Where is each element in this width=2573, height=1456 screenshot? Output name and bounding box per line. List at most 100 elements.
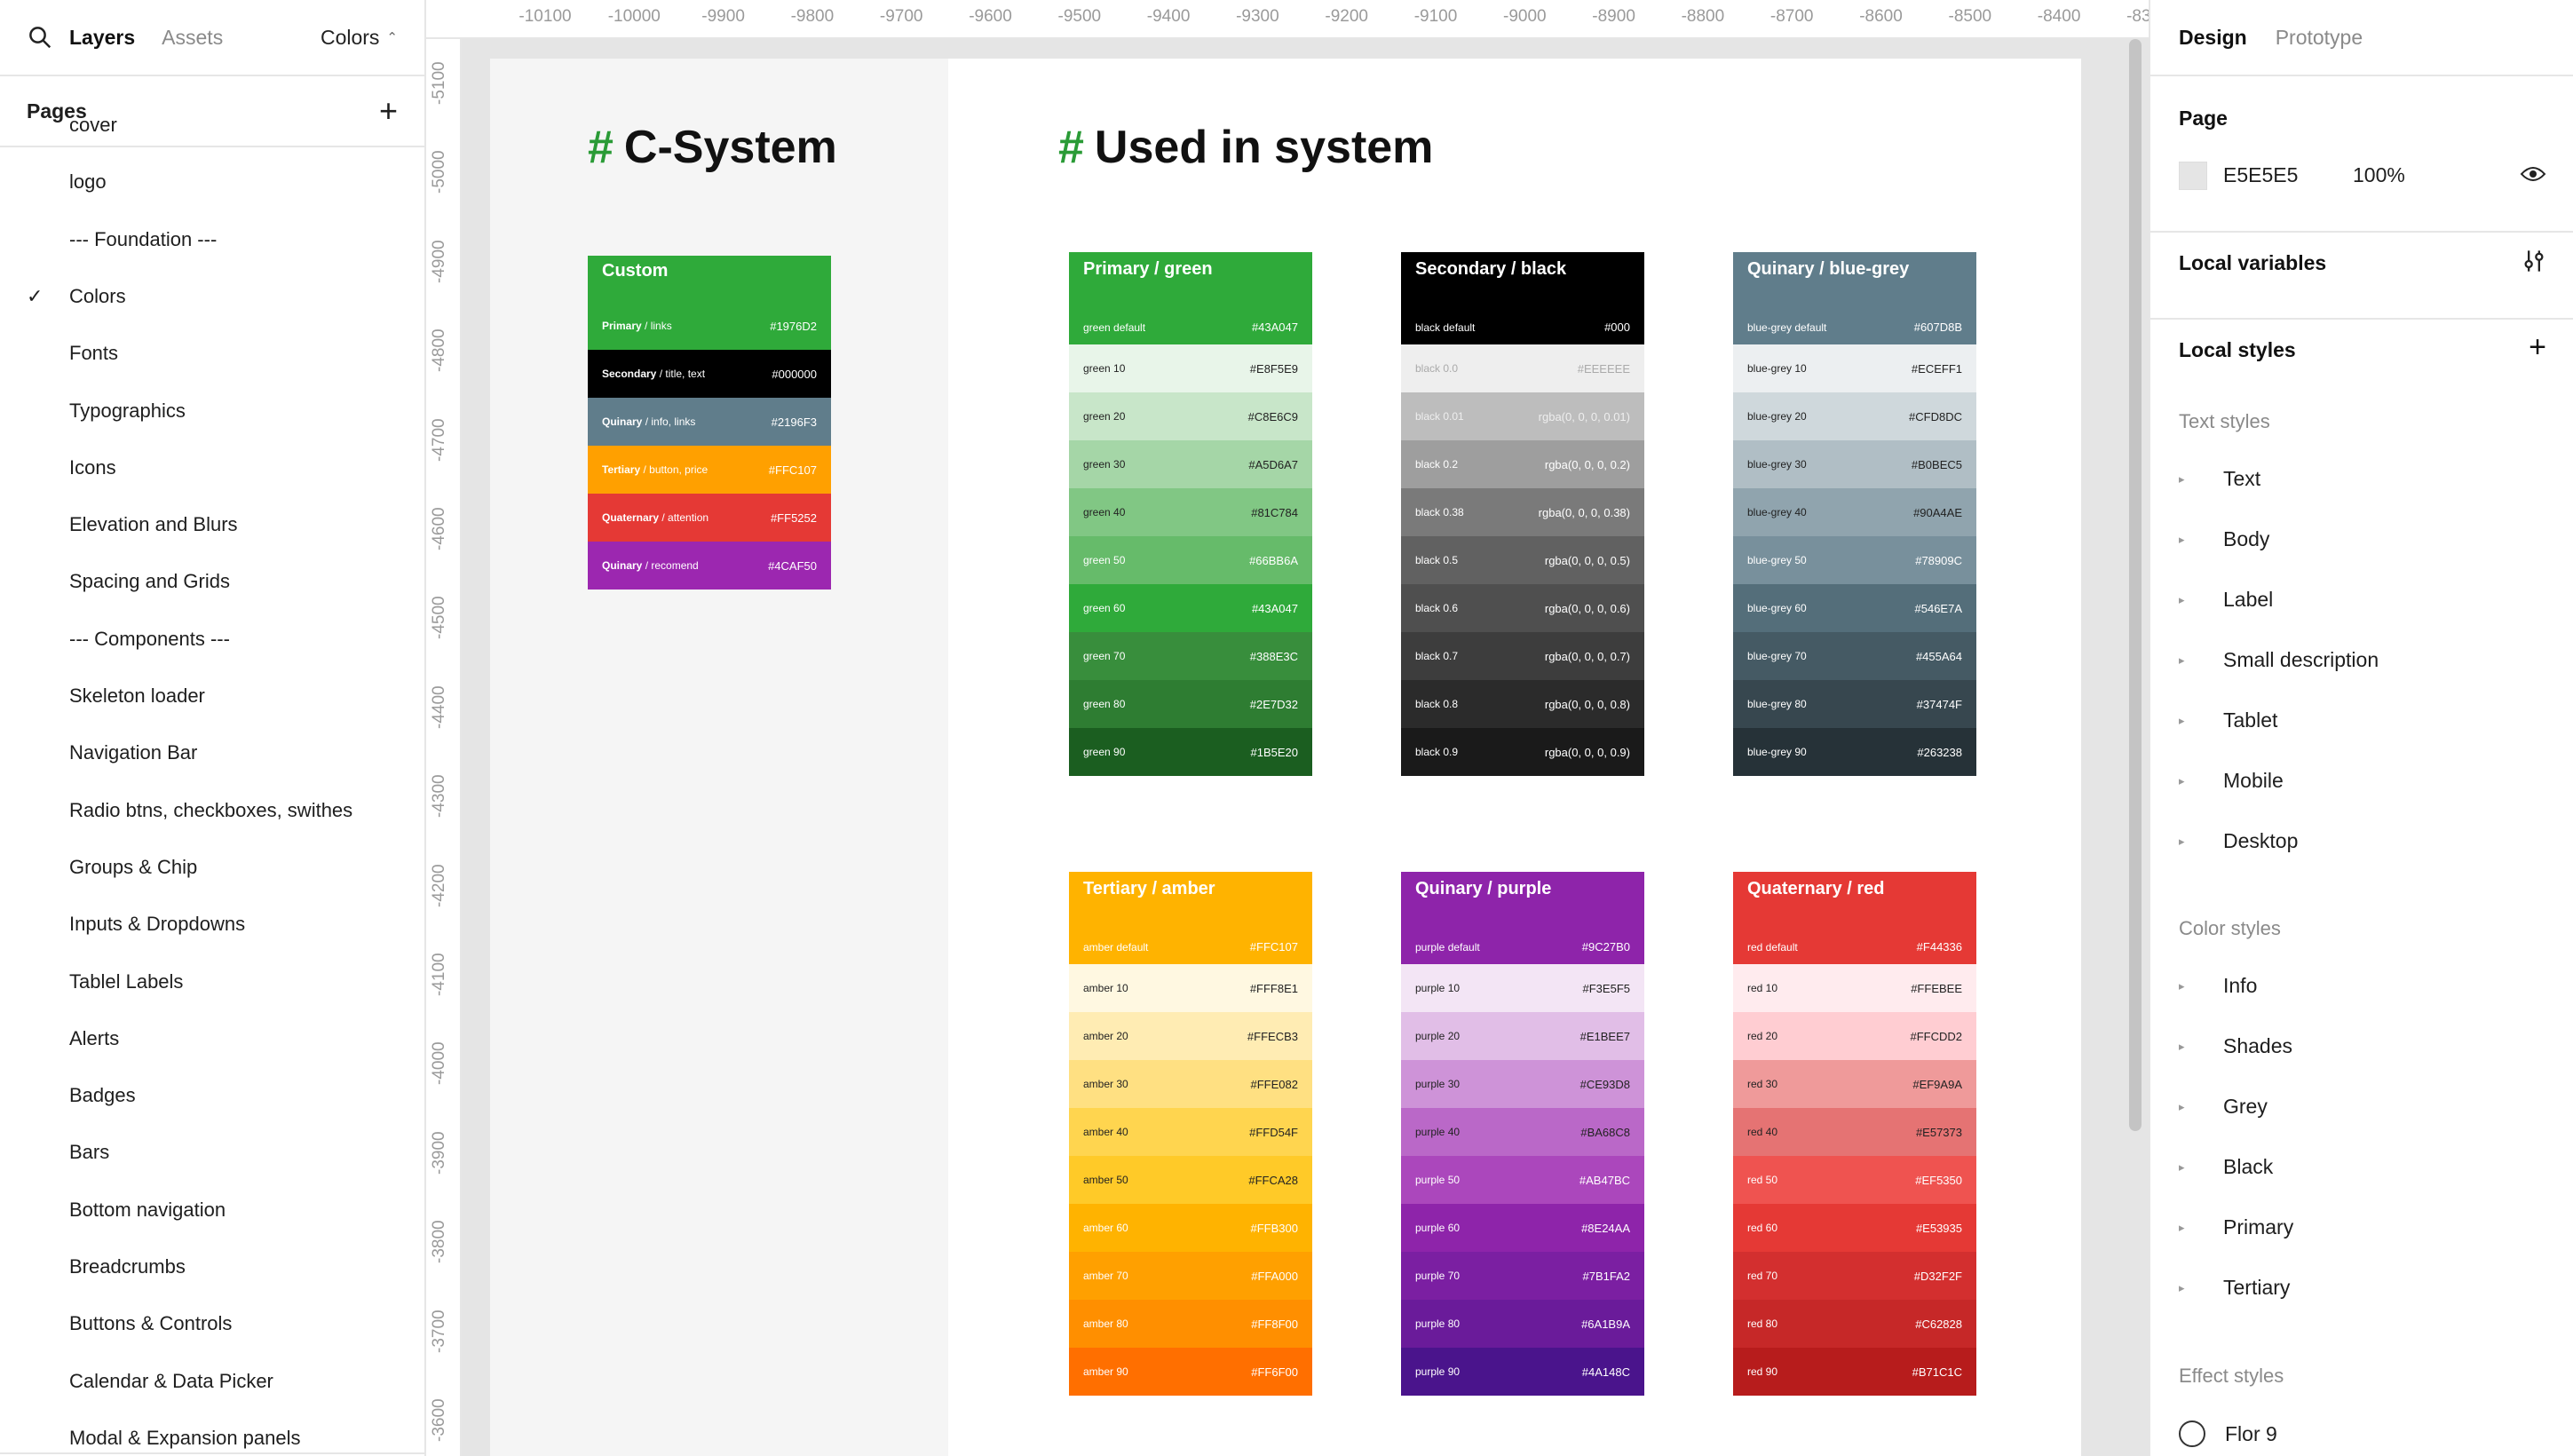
tab-assets[interactable]: Assets bbox=[162, 26, 223, 50]
palette-swatch-row[interactable]: green 20 #C8E6C9 bbox=[1069, 392, 1312, 440]
page-item[interactable]: Tablel Labels bbox=[0, 964, 424, 1000]
text-style-item[interactable]: ▸ Label bbox=[2179, 588, 2273, 612]
text-style-item[interactable]: ▸ Desktop bbox=[2179, 829, 2298, 853]
color-style-item[interactable]: ▸ Tertiary bbox=[2179, 1276, 2290, 1300]
page-item[interactable]: Alerts bbox=[0, 1021, 424, 1056]
palette-swatch-row[interactable]: black 0.38 rgba(0, 0, 0, 0.38) bbox=[1401, 488, 1644, 536]
palette-swatch-row[interactable]: blue-grey 50 #78909C bbox=[1733, 536, 1976, 584]
page-item[interactable]: Badges bbox=[0, 1078, 424, 1113]
palette-swatch-row[interactable]: amber 30 #FFE082 bbox=[1069, 1060, 1312, 1108]
page-item[interactable]: Bottom navigation bbox=[0, 1192, 424, 1228]
colors-frame[interactable]: # C-System # Used in system Custom Primary … bbox=[490, 59, 2081, 1456]
page-item[interactable]: Fonts bbox=[0, 336, 424, 371]
palette-swatch-row[interactable]: amber 50 #FFCA28 bbox=[1069, 1156, 1312, 1204]
palette-swatch-row[interactable]: red 90 #B71C1C bbox=[1733, 1348, 1976, 1396]
palette-swatch-row[interactable]: blue-grey 10 #ECEFF1 bbox=[1733, 344, 1976, 392]
text-style-item[interactable]: ▸ Tablet bbox=[2179, 708, 2277, 732]
color-style-item[interactable]: ▸ Shades bbox=[2179, 1034, 2292, 1058]
custom-color-row[interactable]: Quaternary / attention #FF5252 bbox=[588, 494, 831, 542]
palette-swatch-row[interactable]: amber 80 #FF8F00 bbox=[1069, 1300, 1312, 1348]
search-icon[interactable] bbox=[27, 24, 53, 51]
palette-swatch-row[interactable]: red 60 #E53935 bbox=[1733, 1204, 1976, 1252]
page-item[interactable]: logo bbox=[0, 164, 424, 200]
effect-style-item[interactable]: Flor 9 bbox=[2179, 1420, 2277, 1447]
palette-card[interactable]: Tertiary / amber amber default #FFC107 ambe… bbox=[1069, 872, 1312, 1396]
palette-swatch-row[interactable]: green 80 #2E7D32 bbox=[1069, 680, 1312, 728]
text-style-item[interactable]: ▸ Body bbox=[2179, 527, 2269, 551]
palette-swatch-row[interactable]: green 40 #81C784 bbox=[1069, 488, 1312, 536]
page-color-swatch[interactable] bbox=[2179, 162, 2207, 190]
palette-swatch-row[interactable]: blue-grey 80 #37474F bbox=[1733, 680, 1976, 728]
page-item[interactable]: Typographics bbox=[0, 393, 424, 429]
custom-color-row[interactable]: Primary / links #1976D2 bbox=[588, 302, 831, 350]
palette-swatch-row[interactable]: purple 70 #7B1FA2 bbox=[1401, 1252, 1644, 1300]
page-color-value[interactable]: E5E5E5 bbox=[2223, 163, 2298, 187]
palette-swatch-row[interactable]: green 70 #388E3C bbox=[1069, 632, 1312, 680]
palette-swatch-row[interactable]: blue-grey 20 #CFD8DC bbox=[1733, 392, 1976, 440]
palette-swatch-row[interactable]: blue-grey 40 #90A4AE bbox=[1733, 488, 1976, 536]
add-style-icon[interactable]: + bbox=[2529, 332, 2546, 362]
palette-swatch-row[interactable]: green 90 #1B5E20 bbox=[1069, 728, 1312, 776]
custom-color-row[interactable]: Secondary / title, text #000000 bbox=[588, 350, 831, 398]
palette-swatch-row[interactable]: amber 70 #FFA000 bbox=[1069, 1252, 1312, 1300]
tab-prototype[interactable]: Prototype bbox=[2276, 26, 2363, 50]
palette-card[interactable]: Quinary / blue-grey blue-grey default #607… bbox=[1733, 252, 1976, 776]
text-style-item[interactable]: ▸ Small description bbox=[2179, 648, 2379, 672]
text-style-item[interactable]: ▸ Text bbox=[2179, 467, 2260, 491]
page-opacity-value[interactable]: 100% bbox=[2353, 163, 2405, 187]
palette-swatch-row[interactable]: amber 60 #FFB300 bbox=[1069, 1204, 1312, 1252]
palette-swatch-row[interactable]: purple 40 #BA68C8 bbox=[1401, 1108, 1644, 1156]
page-item[interactable]: --- Foundation --- bbox=[0, 222, 424, 257]
page-item[interactable]: Skeleton loader bbox=[0, 678, 424, 714]
local-variables-title[interactable]: Local variables bbox=[2179, 251, 2326, 275]
palette-swatch-row[interactable]: red 40 #E57373 bbox=[1733, 1108, 1976, 1156]
palette-swatch-row[interactable]: black 0.0 #EEEEEE bbox=[1401, 344, 1644, 392]
palette-swatch-row[interactable]: purple 20 #E1BEE7 bbox=[1401, 1012, 1644, 1060]
palette-swatch-row[interactable]: amber 20 #FFECB3 bbox=[1069, 1012, 1312, 1060]
palette-swatch-row[interactable]: purple 50 #AB47BC bbox=[1401, 1156, 1644, 1204]
palette-swatch-row[interactable]: black 0.9 rgba(0, 0, 0, 0.9) bbox=[1401, 728, 1644, 776]
palette-swatch-row[interactable]: blue-grey 90 #263238 bbox=[1733, 728, 1976, 776]
palette-swatch-row[interactable]: blue-grey 30 #B0BEC5 bbox=[1733, 440, 1976, 488]
page-item[interactable]: ✓ Colors bbox=[0, 279, 424, 314]
palette-swatch-row[interactable]: green 50 #66BB6A bbox=[1069, 536, 1312, 584]
tab-layers[interactable]: Layers bbox=[69, 26, 135, 50]
palette-swatch-row[interactable]: purple 80 #6A1B9A bbox=[1401, 1300, 1644, 1348]
custom-color-row[interactable]: Quinary / info, links #2196F3 bbox=[588, 398, 831, 446]
palette-swatch-row[interactable]: black 0.2 rgba(0, 0, 0, 0.2) bbox=[1401, 440, 1644, 488]
text-style-item[interactable]: ▸ Mobile bbox=[2179, 769, 2284, 793]
canvas-scrollbar[interactable] bbox=[2129, 39, 2142, 1131]
palette-swatch-row[interactable]: red 20 #FFCDD2 bbox=[1733, 1012, 1976, 1060]
page-item[interactable]: Bars bbox=[0, 1135, 424, 1170]
page-item[interactable]: Spacing and Grids bbox=[0, 564, 424, 599]
page-item[interactable]: Calendar & Data Picker bbox=[0, 1364, 424, 1399]
tab-design[interactable]: Design bbox=[2179, 26, 2247, 50]
custom-color-row[interactable]: Tertiary / button, price #FFC107 bbox=[588, 446, 831, 494]
palette-swatch-row[interactable]: purple 60 #8E24AA bbox=[1401, 1204, 1644, 1252]
page-item[interactable]: Breadcrumbs bbox=[0, 1249, 424, 1285]
palette-swatch-row[interactable]: amber 10 #FFF8E1 bbox=[1069, 964, 1312, 1012]
palette-swatch-row[interactable]: black 0.6 rgba(0, 0, 0, 0.6) bbox=[1401, 584, 1644, 632]
palette-swatch-row[interactable]: red 30 #EF9A9A bbox=[1733, 1060, 1976, 1108]
page-item[interactable]: Icons bbox=[0, 450, 424, 486]
palette-swatch-row[interactable]: red 80 #C62828 bbox=[1733, 1300, 1976, 1348]
palette-swatch-row[interactable]: green 60 #43A047 bbox=[1069, 584, 1312, 632]
palette-swatch-row[interactable]: purple 10 #F3E5F5 bbox=[1401, 964, 1644, 1012]
custom-color-card[interactable]: Custom Primary / links #1976D2 Secondary / … bbox=[588, 256, 831, 590]
canvas[interactable]: Colors #C-System #Used in system CustomP… bbox=[426, 0, 2149, 1456]
palette-swatch-row[interactable]: purple 30 #CE93D8 bbox=[1401, 1060, 1644, 1108]
page-item[interactable]: Navigation Bar bbox=[0, 735, 424, 771]
palette-swatch-row[interactable]: blue-grey 70 #455A64 bbox=[1733, 632, 1976, 680]
palette-swatch-row[interactable]: purple 90 #4A148C bbox=[1401, 1348, 1644, 1396]
eye-icon[interactable] bbox=[2520, 165, 2546, 183]
palette-swatch-row[interactable]: black 0.7 rgba(0, 0, 0, 0.7) bbox=[1401, 632, 1644, 680]
palette-card[interactable]: Primary / green green default #43A047 green… bbox=[1069, 252, 1312, 776]
page-item[interactable]: Radio btns, checkboxes, swithes bbox=[0, 793, 424, 828]
palette-swatch-row[interactable]: amber 40 #FFD54F bbox=[1069, 1108, 1312, 1156]
color-style-item[interactable]: ▸ Info bbox=[2179, 974, 2257, 998]
palette-card[interactable]: Secondary / black black default #000 black … bbox=[1401, 252, 1644, 776]
palette-card[interactable]: Quinary / purple purple default #9C27B0 pur… bbox=[1401, 872, 1644, 1396]
page-item[interactable]: Modal & Expansion panels bbox=[0, 1420, 424, 1456]
palette-swatch-row[interactable]: amber 90 #FF6F00 bbox=[1069, 1348, 1312, 1396]
custom-color-row[interactable]: Quinary / recomend #4CAF50 bbox=[588, 542, 831, 590]
